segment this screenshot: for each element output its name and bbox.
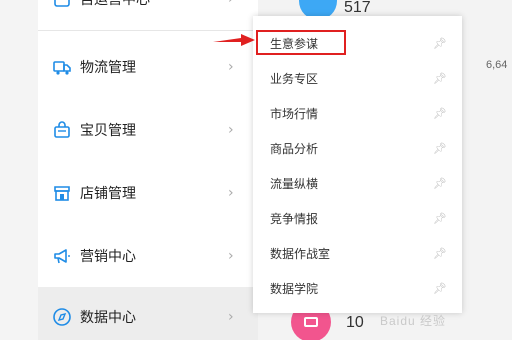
- pin-icon[interactable]: 📌︎: [433, 72, 447, 85]
- flyout-item-label: 数据学院: [270, 282, 319, 296]
- chevron-right-icon: ›: [228, 184, 234, 201]
- stat-value-side: 6,64: [486, 59, 508, 71]
- sidebar-item-marketing[interactable]: 营销中心 ›: [38, 224, 258, 287]
- sidebar-item-store[interactable]: 店铺管理 ›: [38, 161, 258, 224]
- store-icon: [52, 183, 72, 203]
- sidebar-item-label: 数据中心: [80, 310, 136, 326]
- sidebar-item-self-operation[interactable]: 自运营中心 ›: [38, 0, 258, 30]
- chevron-right-icon: ›: [228, 58, 234, 75]
- bag-icon: [52, 120, 72, 140]
- megaphone-icon: [52, 246, 72, 266]
- flyout-item-data-war-room[interactable]: 数据作战室 📌︎: [253, 236, 462, 271]
- divider: [38, 30, 258, 31]
- stat-value-top: 517: [344, 0, 371, 16]
- flyout-item-label: 竞争情报: [270, 212, 319, 226]
- flyout-item-data-academy[interactable]: 数据学院 📌︎: [253, 271, 462, 306]
- flyout-item-business-zone[interactable]: 业务专区 📌︎: [253, 61, 462, 96]
- flyout-item-label: 数据作战室: [270, 247, 331, 261]
- sidebar-item-data-center[interactable]: 数据中心 ›: [38, 287, 258, 340]
- chevron-right-icon: ›: [228, 121, 234, 138]
- compass-icon: [52, 307, 72, 327]
- pin-icon[interactable]: 📌︎: [433, 177, 447, 190]
- watermark: Baidu 经验: [380, 314, 447, 328]
- pin-icon[interactable]: 📌︎: [433, 212, 447, 225]
- pin-icon[interactable]: 📌︎: [433, 142, 447, 155]
- sidebar-item-label: 店铺管理: [80, 185, 136, 202]
- pin-icon[interactable]: 📌︎: [433, 107, 447, 120]
- flyout-item-market-trends[interactable]: 市场行情 📌︎: [253, 96, 462, 131]
- flyout-item-traffic[interactable]: 流量纵横 📌︎: [253, 166, 462, 201]
- pin-icon[interactable]: 📌︎: [433, 247, 447, 260]
- data-center-flyout-menu: 生意参谋 📌︎ 业务专区 📌︎ 市场行情 📌︎ 商品分析 📌︎ 流量纵横 📌︎ …: [253, 16, 462, 313]
- chevron-right-icon: ›: [228, 0, 234, 7]
- flyout-item-label: 流量纵横: [270, 177, 319, 191]
- sidebar-item-products[interactable]: 宝贝管理 ›: [38, 98, 258, 161]
- sidebar-item-label: 营销中心: [80, 248, 136, 265]
- pin-icon[interactable]: 📌︎: [433, 37, 447, 50]
- flyout-item-label: 市场行情: [270, 107, 319, 121]
- stat-value-bottom: 10: [346, 314, 364, 331]
- sidebar-item-label: 自运营中心: [80, 0, 150, 9]
- flyout-item-label: 业务专区: [270, 72, 319, 86]
- red-arrow-icon: [213, 34, 255, 46]
- flyout-item-competition-intel[interactable]: 竞争情报 📌︎: [253, 201, 462, 236]
- chevron-right-icon: ›: [228, 247, 234, 264]
- sidebar-item-label: 物流管理: [80, 59, 136, 76]
- flyout-item-product-analysis[interactable]: 商品分析 📌︎: [253, 131, 462, 166]
- handbag-icon: [52, 0, 72, 9]
- pin-icon[interactable]: 📌︎: [433, 282, 447, 295]
- highlight-box: [256, 30, 346, 55]
- truck-icon: [52, 57, 72, 77]
- flyout-item-label: 商品分析: [270, 142, 319, 156]
- sidebar-item-label: 宝贝管理: [80, 122, 136, 139]
- chevron-right-icon: ›: [228, 309, 234, 325]
